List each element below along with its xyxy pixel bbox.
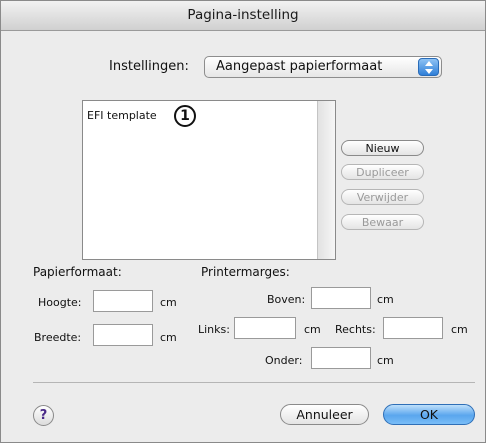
left-margin-label: Links: bbox=[198, 323, 230, 336]
width-unit: cm bbox=[160, 331, 177, 344]
title-bar: Pagina-instelling bbox=[1, 1, 485, 31]
left-margin-field[interactable] bbox=[234, 317, 296, 339]
bottom-margin-label: Onder: bbox=[265, 354, 303, 367]
bottom-margin-field[interactable] bbox=[311, 347, 371, 369]
template-list[interactable]: EFI template bbox=[82, 100, 336, 260]
settings-popup[interactable]: Aangepast papierformaat bbox=[204, 56, 442, 78]
left-margin-unit: cm bbox=[304, 323, 321, 336]
page-setup-dialog: Pagina-instelling Instellingen: Aangepas… bbox=[0, 0, 486, 443]
height-label: Hoogte: bbox=[38, 296, 82, 309]
window-title: Pagina-instelling bbox=[187, 7, 299, 23]
footer-divider bbox=[33, 382, 475, 383]
right-margin-unit: cm bbox=[451, 323, 468, 336]
settings-popup-value: Aangepast papierformaat bbox=[216, 59, 383, 74]
top-margin-label: Boven: bbox=[267, 293, 306, 306]
cancel-button[interactable]: Annuleer bbox=[280, 404, 369, 425]
paper-size-heading: Papierformaat: bbox=[33, 265, 122, 279]
settings-label: Instellingen: bbox=[109, 59, 189, 74]
width-label: Breedte: bbox=[34, 331, 82, 344]
up-down-arrows-icon bbox=[418, 58, 439, 76]
top-margin-field[interactable] bbox=[311, 287, 371, 309]
new-button[interactable]: Nieuw bbox=[341, 140, 424, 156]
height-field[interactable] bbox=[93, 290, 153, 312]
save-button[interactable]: Bewaar bbox=[341, 214, 424, 230]
question-mark-icon[interactable]: ? bbox=[33, 405, 54, 426]
list-item[interactable]: EFI template bbox=[87, 109, 157, 122]
height-unit: cm bbox=[160, 296, 177, 309]
top-margin-unit: cm bbox=[377, 293, 394, 306]
list-scrollbar[interactable] bbox=[317, 101, 335, 259]
callout-marker: 1 bbox=[174, 105, 196, 127]
right-margin-field[interactable] bbox=[383, 317, 443, 339]
delete-button[interactable]: Verwijder bbox=[341, 189, 424, 205]
ok-button[interactable]: OK bbox=[383, 404, 475, 425]
duplicate-button[interactable]: Dupliceer bbox=[341, 164, 424, 180]
width-field[interactable] bbox=[93, 324, 153, 346]
bottom-margin-unit: cm bbox=[377, 354, 394, 367]
right-margin-label: Rechts: bbox=[335, 323, 376, 336]
margins-heading: Printermarges: bbox=[201, 265, 290, 279]
